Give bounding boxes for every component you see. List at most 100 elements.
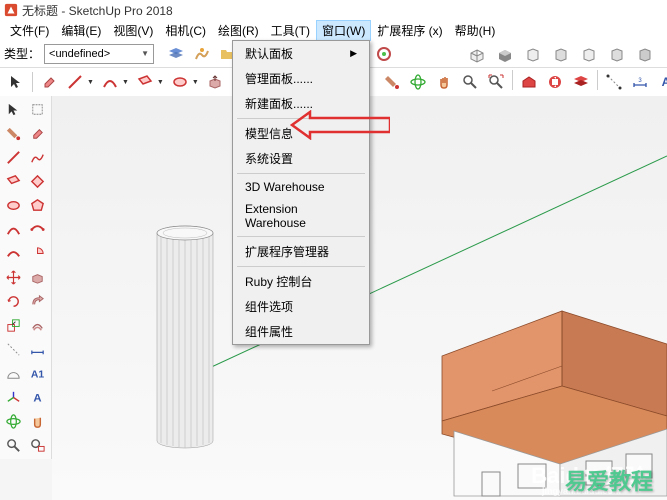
pie-icon[interactable] bbox=[26, 242, 49, 265]
arc-red-icon[interactable] bbox=[2, 218, 25, 241]
menu-edit[interactable]: 编辑(E) bbox=[55, 20, 107, 41]
rectangle-icon[interactable] bbox=[133, 70, 157, 94]
menu-help[interactable]: 帮助(H) bbox=[449, 20, 502, 41]
window-title: 无标题 - SketchUp Pro 2018 bbox=[22, 2, 173, 19]
top-view-icon[interactable] bbox=[493, 44, 517, 68]
orbit-icon[interactable] bbox=[406, 70, 430, 94]
dd-manage-panels[interactable]: 管理面板...... bbox=[233, 66, 369, 91]
dd-default-panel[interactable]: 默认面板▶ bbox=[233, 41, 369, 66]
rotate-icon[interactable] bbox=[2, 290, 25, 313]
offset-red-icon[interactable] bbox=[26, 314, 49, 337]
scale-icon[interactable] bbox=[2, 314, 25, 337]
rotated-rect-icon[interactable] bbox=[26, 170, 49, 193]
dd-ruby-console[interactable]: Ruby 控制台 bbox=[233, 269, 369, 294]
dd-3d-warehouse[interactable]: 3D Warehouse bbox=[233, 176, 369, 198]
menu-draw[interactable]: 绘图(R) bbox=[212, 20, 265, 41]
orbit-green-icon[interactable] bbox=[2, 410, 25, 433]
zoom-icon[interactable] bbox=[458, 70, 482, 94]
move-red-icon[interactable] bbox=[2, 266, 25, 289]
caret-icon: ▼ bbox=[157, 79, 164, 86]
svg-text:A: A bbox=[662, 75, 667, 89]
paint-icon[interactable] bbox=[380, 70, 404, 94]
zoom-extents-icon[interactable] bbox=[484, 70, 508, 94]
pan-hand-icon[interactable] bbox=[26, 410, 49, 433]
3pt-arc-icon[interactable] bbox=[2, 242, 25, 265]
extension-warehouse-icon[interactable] bbox=[543, 70, 567, 94]
select-icon[interactable] bbox=[4, 70, 28, 94]
axes-color-icon[interactable] bbox=[2, 386, 25, 409]
svg-text:A1: A1 bbox=[31, 369, 44, 380]
separator bbox=[32, 72, 33, 92]
iso-view-icon[interactable] bbox=[465, 44, 489, 68]
front-view-icon[interactable] bbox=[521, 44, 545, 68]
2pt-arc-icon[interactable] bbox=[26, 218, 49, 241]
dd-preferences[interactable]: 系统设置 bbox=[233, 146, 369, 171]
dimension-blue-icon[interactable] bbox=[26, 338, 49, 361]
arc-icon[interactable] bbox=[98, 70, 122, 94]
eraser-icon[interactable] bbox=[37, 70, 61, 94]
site-watermark: 易爱教程 bbox=[565, 464, 653, 496]
dd-separator bbox=[237, 173, 365, 174]
protractor-icon[interactable] bbox=[2, 362, 25, 385]
left-view-icon[interactable] bbox=[605, 44, 629, 68]
select-icon[interactable] bbox=[2, 98, 25, 121]
bottom-view-icon[interactable] bbox=[633, 44, 657, 68]
followme-icon[interactable] bbox=[26, 290, 49, 313]
dd-extension-warehouse[interactable]: Extension Warehouse bbox=[233, 198, 369, 234]
tape-measure-icon[interactable] bbox=[2, 338, 25, 361]
line-icon[interactable] bbox=[63, 70, 87, 94]
layers-red-icon[interactable] bbox=[569, 70, 593, 94]
separator bbox=[597, 70, 598, 90]
caret-icon: ▼ bbox=[122, 79, 129, 86]
menu-camera[interactable]: 相机(C) bbox=[159, 20, 212, 41]
dropdown-arrow-icon: ▼ bbox=[141, 49, 149, 58]
back-view-icon[interactable] bbox=[577, 44, 601, 68]
warehouse-icon[interactable] bbox=[517, 70, 541, 94]
caret-icon: ▼ bbox=[192, 79, 199, 86]
paint-bucket-icon[interactable] bbox=[2, 122, 25, 145]
type-dropdown[interactable]: <undefined> ▼ bbox=[44, 44, 154, 64]
circle-red-icon[interactable] bbox=[2, 194, 25, 217]
freehand-icon[interactable] bbox=[26, 146, 49, 169]
dd-extension-manager[interactable]: 扩展程序管理器 bbox=[233, 239, 369, 264]
right-view-icon[interactable] bbox=[549, 44, 573, 68]
rect-icon[interactable] bbox=[2, 170, 25, 193]
window-menu-dropdown: 默认面板▶ 管理面板...... 新建面板...... 模型信息 系统设置 3D… bbox=[232, 40, 370, 345]
3dtext-icon[interactable]: A bbox=[26, 386, 49, 409]
left-toolbar-panel: A1 A bbox=[0, 96, 52, 500]
type-label: 类型： bbox=[4, 45, 40, 62]
text-blue-icon[interactable]: A1 bbox=[26, 362, 49, 385]
eraser-pink-icon[interactable] bbox=[26, 122, 49, 145]
tape-icon[interactable] bbox=[602, 70, 626, 94]
dd-component-options[interactable]: 组件选项 bbox=[233, 294, 369, 319]
svg-text:A: A bbox=[33, 392, 41, 404]
toolbar-view-icons bbox=[465, 44, 657, 68]
text-icon[interactable]: A bbox=[654, 70, 667, 94]
line-red-icon[interactable] bbox=[2, 146, 25, 169]
dimension-icon[interactable]: 3 bbox=[628, 70, 652, 94]
menu-extensions[interactable]: 扩展程序 (x) bbox=[371, 20, 448, 41]
menu-view[interactable]: 视图(V) bbox=[107, 20, 159, 41]
dd-component-attributes[interactable]: 组件属性 bbox=[233, 319, 369, 344]
app-logo-icon bbox=[4, 3, 18, 17]
menu-file[interactable]: 文件(F) bbox=[4, 20, 55, 41]
circle-icon[interactable] bbox=[168, 70, 192, 94]
component-icon[interactable] bbox=[26, 98, 49, 121]
titlebar: 无标题 - SketchUp Pro 2018 bbox=[0, 0, 667, 20]
pushpull-red-icon[interactable] bbox=[26, 266, 49, 289]
menu-window[interactable]: 窗口(W) bbox=[316, 20, 371, 41]
smoove-icon[interactable] bbox=[190, 42, 214, 66]
caret-icon: ▼ bbox=[87, 79, 94, 86]
menu-tools[interactable]: 工具(T) bbox=[265, 20, 316, 41]
menubar: 文件(F) 编辑(E) 视图(V) 相机(C) 绘图(R) 工具(T) 窗口(W… bbox=[0, 20, 667, 40]
zoom-gray-icon[interactable] bbox=[2, 434, 25, 457]
pushpull-icon[interactable] bbox=[203, 70, 227, 94]
polygon-icon[interactable] bbox=[26, 194, 49, 217]
zoom-window-icon[interactable] bbox=[26, 434, 49, 457]
pan-icon[interactable] bbox=[432, 70, 456, 94]
style-icon[interactable] bbox=[372, 42, 396, 66]
layers-icon[interactable] bbox=[164, 42, 188, 66]
vertical-toolbar: A1 A bbox=[0, 96, 52, 459]
separator bbox=[512, 70, 513, 90]
submenu-arrow-icon: ▶ bbox=[350, 48, 357, 59]
